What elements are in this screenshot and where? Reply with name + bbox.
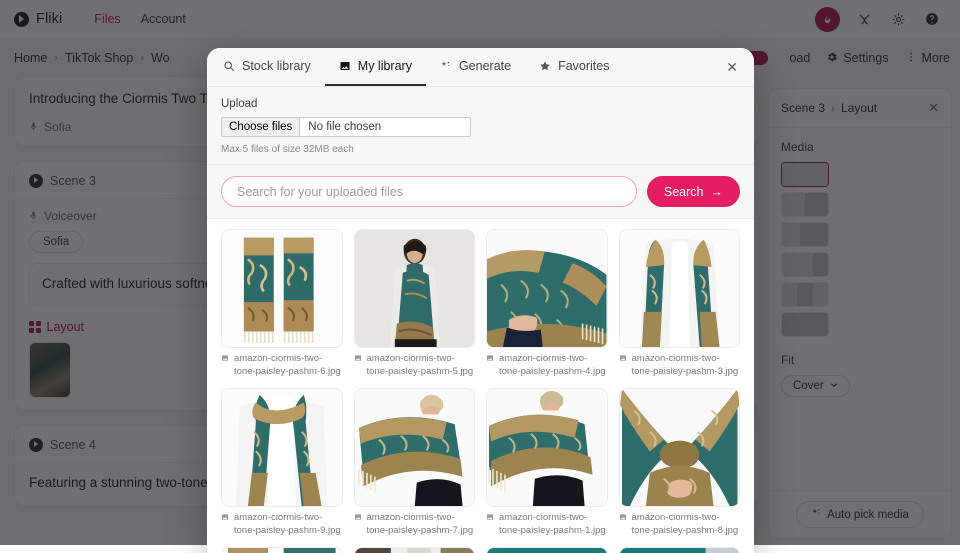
search-input[interactable]: [237, 185, 621, 199]
file-name: amazon-ciormis-two-tone-paisley-pashm-7.…: [367, 512, 476, 537]
file-caption: amazon-ciormis-two-tone-paisley-pashm-9.…: [221, 512, 343, 537]
file-card[interactable]: [486, 547, 608, 553]
tab-my-library-label: My library: [358, 59, 412, 73]
chosen-file-label: No file chosen: [300, 118, 470, 136]
file-caption: amazon-ciormis-two-tone-paisley-pashm-6.…: [221, 353, 343, 378]
file-caption: amazon-ciormis-two-tone-paisley-pashm-5.…: [354, 353, 476, 378]
image-file-icon: [354, 354, 362, 378]
upload-hint: Max 5 files of size 32MB each: [221, 144, 740, 155]
upload-section: Upload Choose files No file chosen Max 5…: [207, 87, 754, 165]
tab-stock-library[interactable]: Stock library: [221, 48, 325, 86]
file-thumbnail[interactable]: [221, 547, 343, 553]
file-thumbnail[interactable]: [486, 547, 608, 553]
image-file-icon: [486, 354, 494, 378]
file-thumbnail[interactable]: [619, 229, 741, 348]
image-file-icon: [619, 513, 627, 537]
file-caption: amazon-ciormis-two-tone-paisley-pashm-4.…: [486, 353, 608, 378]
file-caption: amazon-ciormis-two-tone-paisley-pashm-7.…: [354, 512, 476, 537]
upload-title: Upload: [221, 98, 740, 110]
tab-my-library[interactable]: My library: [325, 48, 426, 86]
image-icon: [339, 60, 351, 72]
file-card[interactable]: [221, 547, 343, 553]
file-name: amazon-ciormis-two-tone-paisley-pashm-3.…: [632, 353, 741, 378]
media-library-modal: Stock library My library Generate Favori…: [207, 48, 754, 553]
choose-files-button[interactable]: Choose files: [222, 118, 300, 136]
file-card[interactable]: amazon-ciormis-two-tone-paisley-pashm-3.…: [619, 229, 741, 378]
tab-generate-label: Generate: [459, 59, 511, 73]
file-thumbnail[interactable]: [486, 229, 608, 348]
file-thumbnail[interactable]: [619, 388, 741, 507]
file-thumbnail[interactable]: [619, 547, 741, 553]
file-card[interactable]: amazon-ciormis-two-tone-paisley-pashm-4.…: [486, 229, 608, 378]
file-thumbnail[interactable]: [354, 547, 476, 553]
file-card[interactable]: [354, 547, 476, 553]
file-thumbnail[interactable]: [354, 229, 476, 348]
tab-favorites[interactable]: Favorites: [525, 48, 623, 86]
image-file-icon: [354, 513, 362, 537]
search-button[interactable]: Search →: [647, 176, 740, 207]
file-card[interactable]: [619, 547, 741, 553]
file-thumbnail[interactable]: [486, 388, 608, 507]
image-file-icon: [619, 354, 627, 378]
file-thumbnail[interactable]: [221, 388, 343, 507]
arrow-right-icon: →: [711, 185, 724, 199]
file-name: amazon-ciormis-two-tone-paisley-pashm-5.…: [367, 353, 476, 378]
file-card[interactable]: amazon-ciormis-two-tone-paisley-pashm-9.…: [221, 388, 343, 537]
search-icon: [223, 60, 235, 72]
file-thumbnail[interactable]: [221, 229, 343, 348]
file-card[interactable]: amazon-ciormis-two-tone-paisley-pashm-6.…: [221, 229, 343, 378]
file-name: amazon-ciormis-two-tone-paisley-pashm-1.…: [499, 512, 608, 537]
tab-generate[interactable]: Generate: [426, 48, 525, 86]
file-name: amazon-ciormis-two-tone-paisley-pashm-8.…: [632, 512, 741, 537]
image-file-icon: [486, 513, 494, 537]
file-caption: amazon-ciormis-two-tone-paisley-pashm-3.…: [619, 353, 741, 378]
close-icon[interactable]: ✕: [716, 48, 740, 86]
file-name: amazon-ciormis-two-tone-paisley-pashm-9.…: [234, 512, 343, 537]
file-grid: amazon-ciormis-two-tone-paisley-pashm-6.…: [207, 219, 754, 553]
file-card[interactable]: amazon-ciormis-two-tone-paisley-pashm-7.…: [354, 388, 476, 537]
file-thumbnail[interactable]: [354, 388, 476, 507]
file-input-row[interactable]: Choose files No file chosen: [221, 117, 471, 137]
image-file-icon: [221, 354, 229, 378]
file-caption: amazon-ciormis-two-tone-paisley-pashm-1.…: [486, 512, 608, 537]
sparkle-icon: [440, 60, 452, 72]
tab-stock-library-label: Stock library: [242, 59, 311, 73]
tab-favorites-label: Favorites: [558, 59, 609, 73]
modal-tab-bar: Stock library My library Generate Favori…: [207, 48, 754, 87]
file-card[interactable]: amazon-ciormis-two-tone-paisley-pashm-1.…: [486, 388, 608, 537]
file-caption: amazon-ciormis-two-tone-paisley-pashm-8.…: [619, 512, 741, 537]
search-button-label: Search: [664, 185, 704, 199]
file-card[interactable]: amazon-ciormis-two-tone-paisley-pashm-5.…: [354, 229, 476, 378]
file-name: amazon-ciormis-two-tone-paisley-pashm-4.…: [499, 353, 608, 378]
file-name: amazon-ciormis-two-tone-paisley-pashm-6.…: [234, 353, 343, 378]
search-field[interactable]: [221, 176, 637, 207]
image-file-icon: [221, 513, 229, 537]
file-card[interactable]: amazon-ciormis-two-tone-paisley-pashm-8.…: [619, 388, 741, 537]
search-section: Search →: [207, 165, 754, 219]
star-icon: [539, 60, 551, 72]
